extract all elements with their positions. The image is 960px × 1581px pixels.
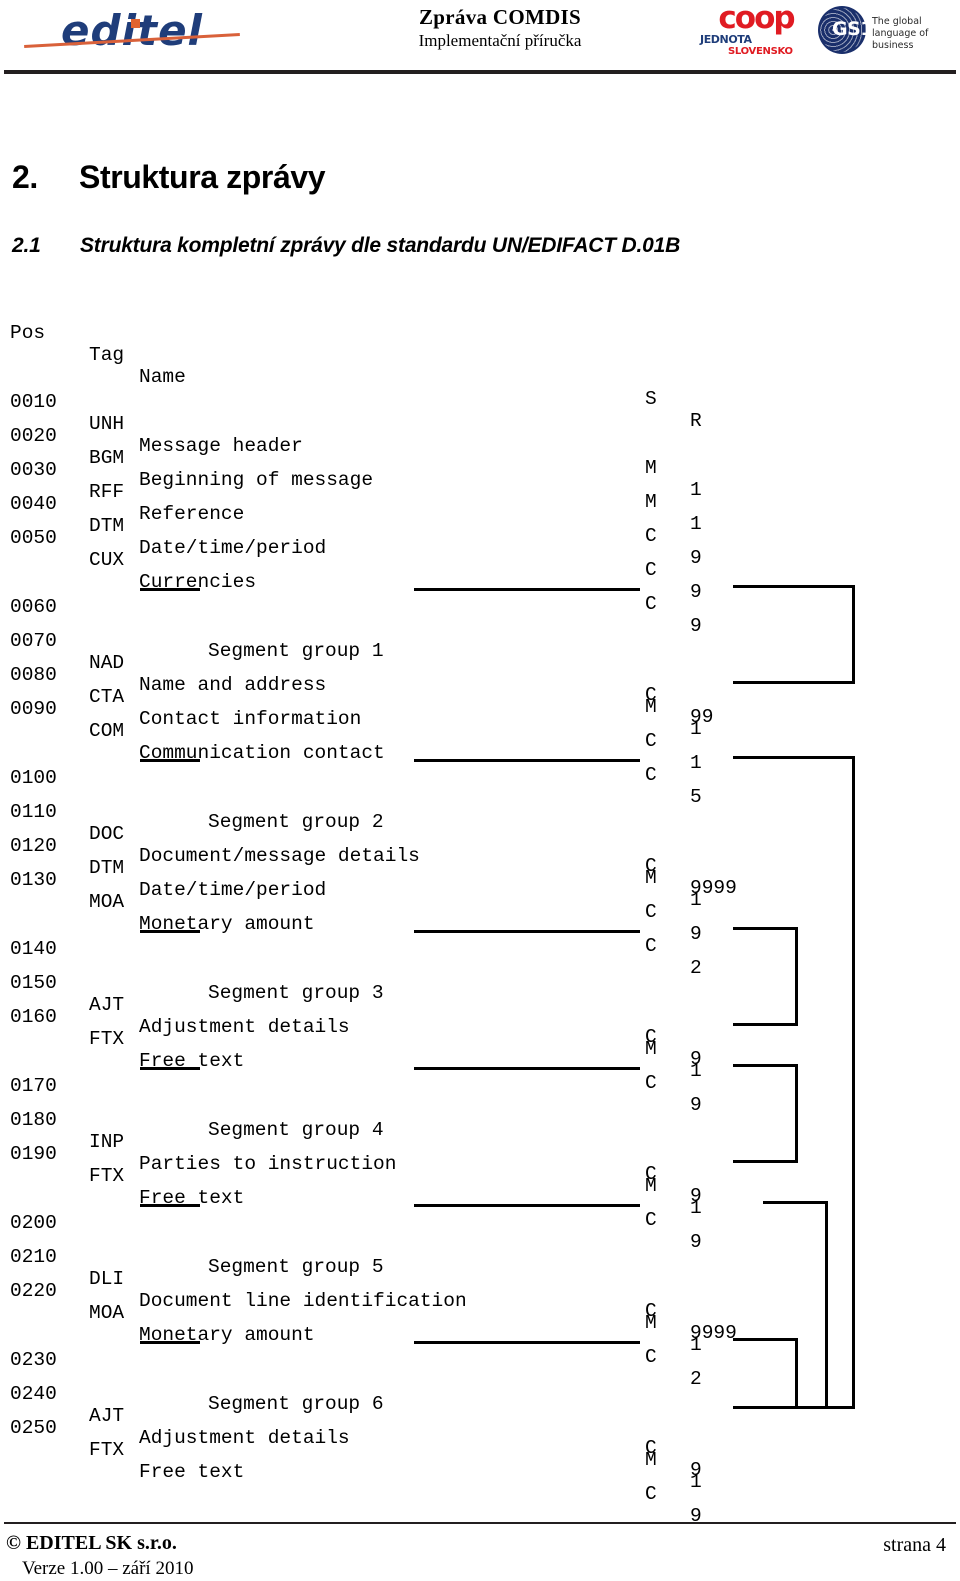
table-row: 0020 BGM Beginning of message M 1 [0, 403, 960, 535]
group-rule-right [414, 1204, 640, 1207]
row-pos: 0090 [10, 698, 57, 720]
segment-group-1-bracket [733, 585, 855, 684]
row-pos: 0220 [10, 1280, 57, 1302]
page-title: 2. Struktura zprávy [12, 159, 326, 196]
row-pos: 0160 [10, 1006, 57, 1028]
bracket-bottom-line [733, 1406, 798, 1409]
bracket-vertical-line [795, 927, 798, 1026]
group-rule-left [140, 1341, 200, 1344]
coop-slovensko-text: SLOVENSKO [728, 46, 793, 57]
group-rule-right [414, 1067, 640, 1070]
bracket-bottom-line [733, 1160, 798, 1163]
group-rule-left [140, 759, 200, 762]
row-name: Adjustment details [139, 1427, 350, 1449]
row-name: Parties to instruction [139, 1153, 397, 1175]
page-title-number: 2. [12, 159, 38, 195]
row-name: Date/time/period [139, 879, 327, 901]
group-rule-left [140, 588, 200, 591]
group-rule-right [414, 759, 640, 762]
footer-page-number: strana 4 [883, 1534, 946, 1556]
document-title: Zpráva COMDIS [419, 5, 581, 29]
segment-group-3-bracket [733, 927, 798, 1026]
section-subtitle-number: 2.1 [12, 234, 41, 257]
group-rule-right [414, 1341, 640, 1344]
bracket-top-line [733, 585, 855, 588]
section-subtitle-text: Struktura kompletní zprávy dle standardu… [80, 234, 681, 257]
bracket-bottom-line [733, 681, 855, 684]
section-subtitle: 2.1 Struktura kompletní zprávy dle standa… [12, 234, 680, 258]
editel-logo: editel [22, 6, 242, 58]
editel-logo-dot-icon [131, 19, 140, 28]
row-pos: 0250 [10, 1417, 57, 1439]
bracket-vertical-line [795, 1338, 798, 1409]
group-rule-left [140, 1067, 200, 1070]
footer-version: Verze 1.00 – září 2010 [22, 1558, 194, 1579]
row-name: Document line identification [139, 1290, 467, 1312]
column-header-pos: Pos [10, 322, 46, 344]
row-tag: COM [89, 720, 125, 742]
table-row: 0030 RFF Reference C 9 [0, 437, 960, 569]
row-tag: CUX [89, 549, 125, 571]
gs1-logo: GS1 The global language of business [818, 6, 950, 58]
row-name: Free text [139, 1461, 245, 1483]
row-tag: FTX [89, 1439, 125, 1461]
document-subtitle: Implementační příručka [418, 31, 582, 50]
bracket-bottom-line [733, 1023, 798, 1026]
row-status: M [645, 1449, 657, 1471]
row-name: Date/time/period [139, 537, 327, 559]
segment-group-4-bracket [733, 1064, 798, 1163]
page-title-text: Struktura zprávy [79, 159, 326, 195]
gs1-tagline: The global language of business [872, 16, 929, 51]
table-row: 0050 CUX Currencies C 9 [0, 505, 960, 637]
coop-jednota-text: JEDNOTA [700, 33, 752, 46]
coop-jednota-logo: coop JEDNOTA SLOVENSKO [700, 0, 812, 58]
bracket-vertical-line [825, 1201, 828, 1409]
group-rule-right [414, 588, 640, 591]
bracket-vertical-line [852, 585, 855, 684]
bracket-vertical-line [795, 1064, 798, 1163]
bracket-top-line [733, 1064, 798, 1067]
header-divider [4, 70, 956, 74]
table-row: 0040 DTM Date/time/period C 9 [0, 471, 960, 603]
row-tag: MOA [89, 891, 125, 913]
row-pos: 0130 [10, 869, 57, 891]
row-name: Contact information [139, 708, 362, 730]
row-status: C [645, 1483, 657, 1505]
row-name: Adjustment details [139, 1016, 350, 1038]
page-header: editel Zpráva COMDIS Implementační příru… [0, 0, 960, 74]
row-repeat: 1 [690, 889, 702, 911]
group-rule-left [140, 1204, 200, 1207]
editel-logo-text: editel [61, 6, 203, 55]
bracket-vertical-line [852, 756, 855, 1409]
row-pos: 0050 [10, 527, 57, 549]
table-header-row: Pos Tag Name S R [0, 300, 960, 432]
footer-divider [4, 1522, 956, 1524]
column-header-tag: Tag [89, 344, 125, 366]
document-page: editel Zpráva COMDIS Implementační příru… [0, 0, 960, 1581]
row-tag: FTX [89, 1028, 125, 1050]
row-pos: 0190 [10, 1143, 57, 1165]
document-title-block: Zpráva COMDIS Implementační příručka [370, 4, 630, 52]
bracket-top-line [733, 756, 855, 759]
bracket-top-line [763, 1201, 828, 1204]
gs1-circle-icon: GS1 [818, 6, 874, 54]
row-repeat: 9 [690, 547, 702, 569]
group-rule-left [140, 930, 200, 933]
coop-logo-text: coop [718, 0, 795, 36]
row-repeat: 1 [690, 718, 702, 740]
row-repeat: 1 [690, 1471, 702, 1493]
row-tag: FTX [89, 1165, 125, 1187]
footer-copyright: © EDITEL SK s.r.o. [6, 1532, 177, 1554]
table-row: 0010 UNH Message header M 1 [0, 369, 960, 501]
bracket-top-line [733, 927, 798, 930]
group-rule-right [414, 930, 640, 933]
gs1-logo-text: GS1 [832, 18, 874, 40]
row-tag: MOA [89, 1302, 125, 1324]
segment-group-6-bracket [733, 1338, 798, 1409]
bracket-top-line [733, 1338, 798, 1341]
